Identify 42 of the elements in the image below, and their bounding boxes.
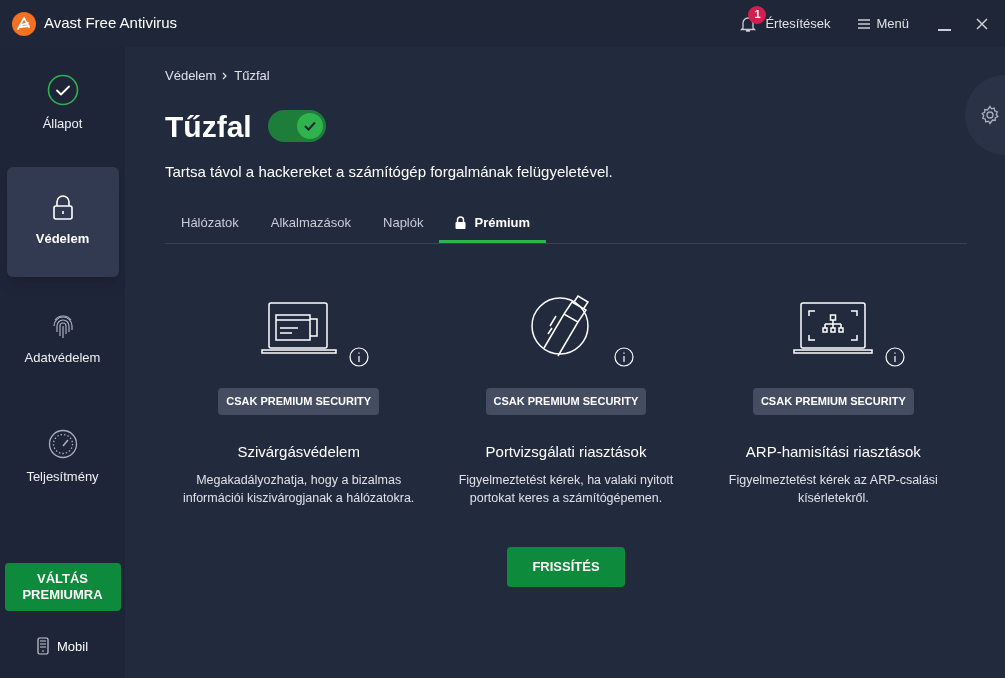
feature-description: Megakadályozhatja, hogy a bizalmas információi kiszivárogjanak a hálózatokra. — [181, 472, 416, 507]
feature-title: ARP-hamisítási riasztások — [745, 441, 921, 462]
mobile-button[interactable]: Mobil — [36, 636, 89, 656]
feature-title: Szivárgásvédelem — [237, 441, 360, 462]
premium-only-badge: CSAK PREMIUM SECURITY — [485, 388, 647, 415]
notification-count-badge: 1 — [748, 5, 767, 24]
sidebar-item[interactable]: Adatvédelem — [6, 285, 119, 395]
fingerprint-icon — [50, 312, 75, 341]
tab[interactable]: Naplók — [367, 205, 440, 243]
info-icon[interactable] — [348, 347, 369, 367]
checkmark-circle-icon — [46, 74, 79, 107]
sidebar-item[interactable]: Állapot — [6, 49, 119, 159]
notifications-button[interactable]: 1 Értesítések — [739, 3, 831, 44]
tab[interactable]: Prémium — [439, 205, 547, 243]
feature-description: Figyelmeztetést kérek az ARP-csalási kísérletekről. — [727, 472, 939, 507]
chevron-right-icon — [222, 71, 229, 80]
premium-only-badge: CSAK PREMIUM SECURITY — [752, 388, 914, 415]
upgrade-premium-button[interactable]: VÁLTÁS PREMIUMRA — [4, 562, 121, 611]
window-title: Avast Free Antivirus — [44, 13, 178, 34]
upgrade-button[interactable]: FRISSÍTÉS — [507, 547, 625, 587]
breadcrumb-link[interactable]: Védelem — [165, 66, 217, 86]
sidebar-item[interactable]: Védelem — [6, 167, 119, 277]
speedometer-icon — [47, 429, 78, 460]
menu-icon — [858, 18, 871, 29]
premium-only-badge: CSAK PREMIUM SECURITY — [218, 388, 380, 415]
tab[interactable]: Hálózatok — [165, 205, 255, 243]
info-icon[interactable] — [614, 347, 634, 367]
lock-icon — [51, 195, 74, 222]
page-title: Tűzfal — [165, 108, 252, 145]
page-subtitle: Tartsa távol a hackereket a számítógép forgalmának felügyeletével. — [165, 161, 614, 182]
feature-description: Figyelmeztetést kérek, ha valaki nyitott portokat keres a számítógépemen. — [457, 472, 675, 507]
firewall-toggle[interactable] — [267, 110, 326, 142]
feature-title: Portvizsgálati riasztások — [485, 441, 647, 462]
close-icon — [976, 17, 988, 30]
checkmark-icon — [303, 121, 316, 131]
tab[interactable]: Alkalmazások — [254, 205, 367, 243]
app-logo-icon — [12, 11, 36, 36]
sidebar-item[interactable]: Teljesítmény — [6, 403, 119, 513]
menu-button[interactable]: Menü — [858, 13, 909, 34]
phone-icon — [36, 637, 49, 656]
info-icon[interactable] — [885, 347, 906, 367]
settings-icon — [980, 105, 1000, 125]
